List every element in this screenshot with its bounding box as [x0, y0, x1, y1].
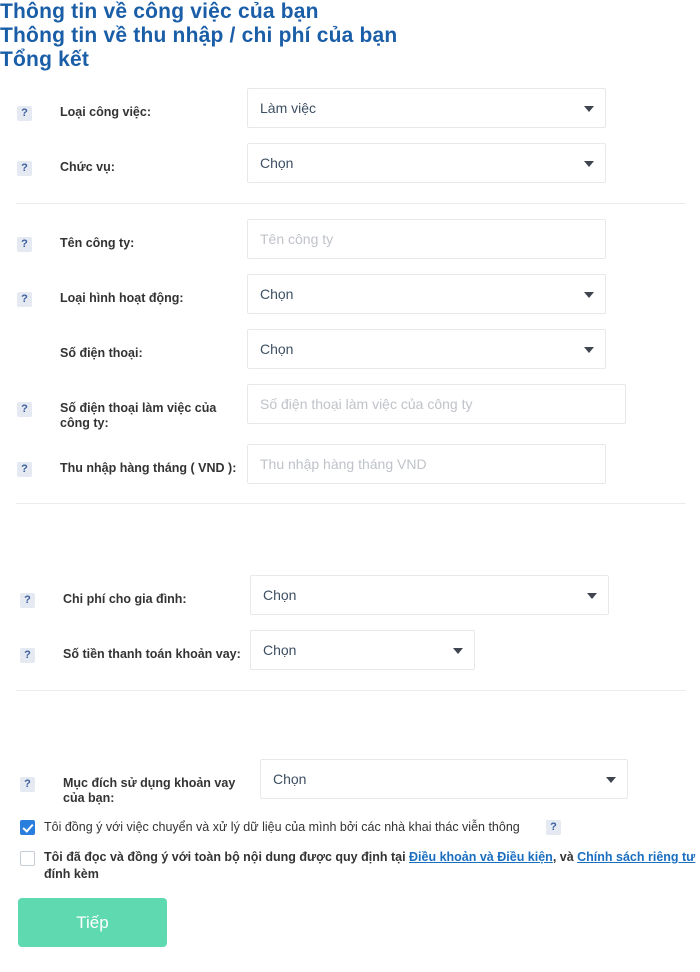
help-icon-job-type[interactable]: ?	[17, 106, 32, 121]
section-title-employment: Thông tin về công việc của bạn	[0, 0, 319, 23]
field-label-monthly-income: Thu nhập hàng tháng ( VND ):	[60, 461, 237, 475]
help-icon-loan-purpose[interactable]: ?	[20, 777, 35, 792]
chevron-down-icon	[606, 777, 616, 783]
consent-terms-middle: , và	[552, 850, 578, 864]
help-icon-company-phone[interactable]: ?	[17, 402, 32, 417]
checkbox-telecom-consent[interactable]	[20, 820, 35, 835]
field-label-company-name: Tên công ty:	[60, 236, 135, 250]
chevron-down-icon	[584, 161, 594, 167]
input-monthly-income-placeholder: Thu nhập hàng tháng VND	[260, 456, 427, 472]
help-icon-activity-type[interactable]: ?	[17, 292, 32, 307]
select-activity-type-value: Chọn	[260, 286, 294, 302]
select-family-expense-value: Chọn	[263, 587, 297, 603]
consent-terms-label: Tôi đã đọc và đồng ý với toàn bộ nội dun…	[44, 849, 696, 883]
section-title-income: Thông tin về thu nhập / chi phí của bạn	[0, 24, 398, 47]
help-icon-telecom-consent[interactable]: ?	[546, 820, 561, 835]
section-divider-1	[16, 203, 686, 204]
select-loan-purpose-value: Chọn	[273, 771, 307, 787]
field-label-job-type: Loại công việc:	[60, 105, 151, 119]
section-divider-3	[16, 690, 686, 691]
field-label-loan-purpose: Mục đích sử dụng khoản vay của bạn:	[63, 776, 236, 805]
field-label-activity-type: Loại hình hoạt động:	[60, 291, 184, 305]
field-label-phone: Số điện thoại:	[60, 346, 143, 360]
input-company-phone[interactable]: Số điện thoại làm việc của công ty	[247, 384, 626, 424]
section-title-summary: Tổng kết	[0, 48, 90, 71]
field-label-family-expense: Chi phí cho gia đình:	[63, 592, 187, 606]
select-position[interactable]: Chọn	[247, 143, 606, 183]
select-loan-payment-value: Chọn	[263, 642, 297, 658]
chevron-down-icon	[584, 106, 594, 112]
help-icon-monthly-income[interactable]: ?	[17, 462, 32, 477]
select-job-type[interactable]: Làm việc	[247, 88, 606, 128]
consent-terms-prefix: Tôi đã đọc và đồng ý với toàn bộ nội dun…	[44, 850, 410, 864]
privacy-policy-link[interactable]: Chính sách riêng tư	[577, 850, 695, 864]
select-activity-type[interactable]: Chọn	[247, 274, 606, 314]
checkbox-terms-consent[interactable]	[20, 851, 35, 866]
select-family-expense[interactable]: Chọn	[250, 575, 609, 615]
help-icon-company-name[interactable]: ?	[17, 237, 32, 252]
consent-telecom-label: Tôi đồng ý với việc chuyển và xử lý dữ l…	[44, 820, 520, 834]
field-label-loan-payment: Số tiền thanh toán khoản vay:	[63, 647, 241, 661]
select-loan-payment[interactable]: Chọn	[250, 630, 475, 670]
field-label-position: Chức vụ:	[60, 160, 115, 174]
chevron-down-icon	[584, 347, 594, 353]
help-icon-family-expense[interactable]: ?	[20, 593, 35, 608]
select-job-type-value: Làm việc	[260, 100, 317, 116]
select-position-value: Chọn	[260, 155, 294, 171]
input-monthly-income[interactable]: Thu nhập hàng tháng VND	[247, 444, 606, 484]
select-loan-purpose[interactable]: Chọn	[260, 759, 628, 799]
field-label-company-phone: Số điện thoại làm việc của công ty:	[60, 401, 217, 430]
submit-button[interactable]: Tiếp	[18, 898, 167, 947]
help-icon-position[interactable]: ?	[17, 161, 32, 176]
select-phone[interactable]: Chọn	[247, 329, 606, 369]
section-divider-2	[16, 503, 686, 504]
chevron-down-icon	[584, 292, 594, 298]
help-icon-loan-payment[interactable]: ?	[20, 648, 35, 663]
chevron-down-icon	[587, 593, 597, 599]
chevron-down-icon	[453, 648, 463, 654]
consent-terms-suffix: đính kèm	[44, 867, 99, 881]
loan-application-form: Thông tin về công việc của bạn ? Loại cô…	[0, 0, 700, 972]
terms-and-conditions-link[interactable]: Điều khoản và Điều kiện	[409, 850, 553, 864]
input-company-name-placeholder: Tên công ty	[260, 231, 334, 247]
input-company-phone-placeholder: Số điện thoại làm việc của công ty	[260, 396, 473, 412]
input-company-name[interactable]: Tên công ty	[247, 219, 606, 259]
select-phone-value: Chọn	[260, 341, 294, 357]
